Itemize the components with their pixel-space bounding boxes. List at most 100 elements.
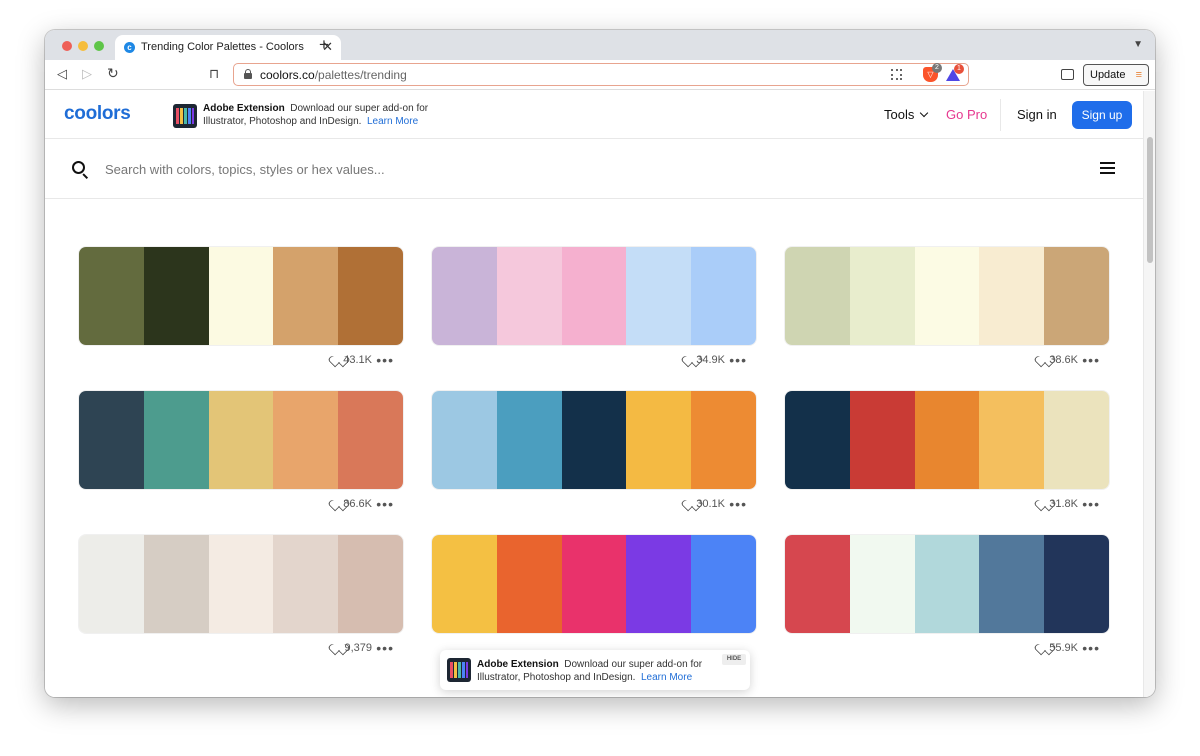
scrollbar-thumb[interactable] [1147, 137, 1153, 263]
color-swatch[interactable] [691, 247, 756, 345]
color-swatch[interactable] [914, 247, 980, 345]
forward-icon[interactable]: ▷ [82, 66, 92, 82]
color-swatch[interactable] [79, 391, 144, 489]
more-options-icon[interactable]: ••• [729, 352, 747, 368]
go-pro-link[interactable]: Go Pro [946, 107, 987, 122]
color-swatch[interactable] [691, 391, 756, 489]
color-swatch[interactable] [432, 391, 497, 489]
color-swatch[interactable] [208, 535, 274, 633]
tools-menu[interactable]: Tools [884, 107, 929, 122]
heart-icon[interactable] [333, 642, 345, 653]
color-swatch[interactable] [338, 247, 403, 345]
color-swatch[interactable] [626, 247, 692, 345]
color-swatch[interactable] [626, 535, 692, 633]
color-swatch[interactable] [561, 391, 627, 489]
palette-meta: 9,379 ••• [274, 640, 394, 656]
color-swatch[interactable] [979, 391, 1045, 489]
color-swatch[interactable] [849, 535, 915, 633]
wallet-icon[interactable] [1061, 69, 1074, 80]
color-swatch[interactable] [208, 391, 274, 489]
color-swatch[interactable] [914, 391, 980, 489]
color-swatch[interactable] [338, 535, 403, 633]
tab-title: Trending Color Palettes - Coolors [141, 41, 304, 53]
close-window-button[interactable] [62, 41, 72, 51]
color-swatch[interactable] [561, 247, 627, 345]
color-swatch[interactable] [1044, 391, 1109, 489]
color-swatch[interactable] [1044, 247, 1109, 345]
palette-swatches[interactable] [78, 246, 404, 346]
color-swatch[interactable] [273, 391, 339, 489]
lock-icon [244, 69, 252, 79]
page-viewport: coolors Adobe Extension Download our sup… [45, 91, 1155, 697]
color-swatch[interactable] [785, 247, 850, 345]
chevron-down-icon [920, 108, 929, 118]
zoom-window-button[interactable] [94, 41, 104, 51]
color-swatch[interactable] [561, 535, 627, 633]
menu-icon: ≡ [1135, 69, 1142, 81]
sign-up-button[interactable]: Sign up [1072, 101, 1132, 129]
palette-swatches[interactable] [784, 390, 1110, 490]
color-swatch[interactable] [432, 247, 497, 345]
brave-rewards-icon[interactable]: 1 [946, 64, 964, 82]
color-swatch[interactable] [626, 391, 692, 489]
floating-learn-more-link[interactable]: Learn More [641, 672, 692, 683]
hide-promo-button[interactable]: HIDE [722, 654, 746, 665]
more-options-icon[interactable]: ••• [1082, 352, 1100, 368]
color-swatch[interactable] [496, 535, 562, 633]
more-options-icon[interactable]: ••• [376, 352, 394, 368]
brave-shield-icon[interactable]: ▽ 2 [923, 63, 942, 82]
more-options-icon[interactable]: ••• [1082, 496, 1100, 512]
color-swatch[interactable] [432, 535, 497, 633]
color-swatch[interactable] [143, 535, 209, 633]
more-options-icon[interactable]: ••• [1082, 640, 1100, 656]
color-swatch[interactable] [979, 535, 1045, 633]
more-options-icon[interactable]: ••• [376, 640, 394, 656]
color-swatch[interactable] [273, 535, 339, 633]
color-swatch[interactable] [208, 247, 274, 345]
update-button[interactable]: Update ≡ [1083, 64, 1149, 86]
coolors-logo[interactable]: coolors [64, 103, 131, 125]
color-swatch[interactable] [143, 391, 209, 489]
search-input[interactable] [105, 158, 1005, 180]
palette-meta: 43.1K ••• [274, 352, 394, 368]
qr-code-icon[interactable] [891, 69, 902, 80]
reload-icon[interactable]: ↻ [107, 65, 119, 82]
more-options-icon[interactable]: ••• [729, 496, 747, 512]
color-swatch[interactable] [691, 535, 756, 633]
new-tab-icon[interactable]: + [319, 35, 329, 55]
minimize-window-button[interactable] [78, 41, 88, 51]
color-swatch[interactable] [785, 391, 850, 489]
color-swatch[interactable] [273, 247, 339, 345]
bookmark-icon[interactable]: ⊓ [209, 66, 219, 82]
color-swatch[interactable] [849, 247, 915, 345]
color-swatch[interactable] [496, 391, 562, 489]
palette-swatches[interactable] [78, 534, 404, 634]
hamburger-menu-icon[interactable] [1100, 162, 1115, 175]
palette-swatches[interactable] [431, 390, 757, 490]
palette-swatches[interactable] [784, 534, 1110, 634]
learn-more-link[interactable]: Learn More [367, 116, 418, 127]
color-swatch[interactable] [338, 391, 403, 489]
sign-in-link[interactable]: Sign in [1017, 107, 1057, 122]
tab-active[interactable]: c Trending Color Palettes - Coolors ✕ [115, 35, 341, 60]
floating-adobe-promo[interactable]: Adobe Extension Download our super add-o… [440, 650, 750, 690]
color-swatch[interactable] [785, 535, 850, 633]
more-options-icon[interactable]: ••• [376, 496, 394, 512]
color-swatch[interactable] [849, 391, 915, 489]
color-swatch[interactable] [914, 535, 980, 633]
color-swatch[interactable] [79, 247, 144, 345]
palette-swatches[interactable] [784, 246, 1110, 346]
page-scrollbar[interactable] [1143, 91, 1155, 697]
color-swatch[interactable] [979, 247, 1045, 345]
palette-swatches[interactable] [431, 534, 757, 634]
color-swatch[interactable] [1044, 535, 1109, 633]
palette-swatches[interactable] [431, 246, 757, 346]
color-swatch[interactable] [79, 535, 144, 633]
color-swatch[interactable] [496, 247, 562, 345]
color-swatch[interactable] [143, 247, 209, 345]
tab-search-chevron-icon[interactable]: ▼ [1133, 39, 1143, 50]
palette-swatches[interactable] [78, 390, 404, 490]
promo-text: Adobe Extension Download our super add-o… [203, 102, 443, 128]
back-icon[interactable]: ◁ [57, 66, 67, 82]
address-bar[interactable]: coolors.co/palettes/trending ▽ 2 1 [233, 63, 969, 86]
